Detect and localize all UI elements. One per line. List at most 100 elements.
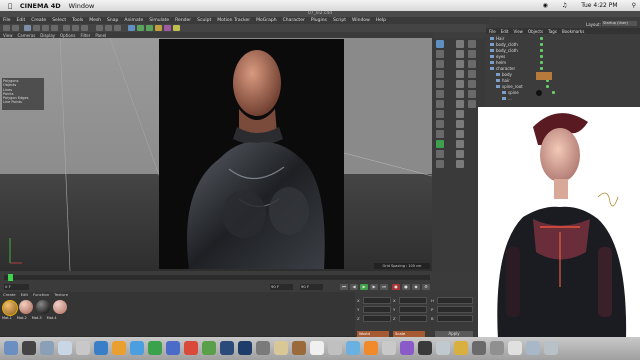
itunes-icon[interactable] — [184, 341, 198, 355]
play-icon[interactable]: ▶ — [360, 284, 368, 290]
menu-select[interactable]: Select — [52, 18, 66, 23]
move-icon[interactable] — [33, 25, 40, 31]
deformer-icon[interactable] — [155, 25, 162, 31]
rotate-icon[interactable] — [51, 25, 58, 31]
material-tag-icon[interactable] — [536, 90, 542, 96]
finder-icon[interactable] — [4, 341, 18, 355]
rotation-b-field[interactable] — [437, 315, 473, 322]
tool-extrude-icon[interactable] — [456, 70, 464, 78]
polygons-mode-icon[interactable] — [436, 90, 444, 98]
lock-icon[interactable] — [436, 150, 444, 158]
timeline-track[interactable] — [4, 275, 430, 280]
material-tag-icon[interactable] — [536, 72, 552, 80]
viewport-menu-view[interactable]: View — [3, 33, 13, 38]
object-row[interactable]: helm — [490, 60, 543, 65]
object-row[interactable]: spine_root — [496, 84, 549, 89]
google-drive-icon[interactable] — [148, 341, 162, 355]
axis-mode-icon[interactable] — [436, 60, 444, 68]
tool-select-icon[interactable] — [456, 40, 464, 48]
om-menu-file[interactable]: File — [489, 29, 496, 34]
redo-icon[interactable] — [12, 25, 19, 31]
end-frame-field[interactable]: 90 F — [300, 284, 323, 290]
applications-icon[interactable] — [526, 341, 540, 355]
undo-icon[interactable] — [3, 25, 10, 31]
search-icon[interactable]: ⚲ — [632, 2, 636, 9]
mission-control-icon[interactable] — [40, 341, 54, 355]
render-window[interactable] — [159, 39, 344, 269]
position-y-field[interactable] — [363, 306, 391, 313]
size-z-field[interactable] — [399, 315, 427, 322]
object-row[interactable]: spine — [502, 90, 555, 95]
scale-icon[interactable] — [42, 25, 49, 31]
mat-menu-create[interactable]: Create — [3, 292, 16, 297]
goto-end-icon[interactable]: ⏭ — [380, 284, 388, 290]
activity-monitor-icon[interactable] — [418, 341, 432, 355]
om-menu-tags[interactable]: Tags — [548, 29, 557, 34]
facetime-icon[interactable] — [202, 341, 216, 355]
folder-icon[interactable] — [508, 341, 522, 355]
goto-start-icon[interactable]: ⏮ — [340, 284, 348, 290]
object-row[interactable]: body_cloth — [490, 48, 543, 53]
contacts-icon[interactable] — [292, 341, 306, 355]
live-select-icon[interactable] — [24, 25, 31, 31]
notes-icon[interactable] — [274, 341, 288, 355]
playhead[interactable] — [8, 274, 13, 281]
hazard-app-icon[interactable] — [454, 341, 468, 355]
object-row[interactable]: eyes — [490, 54, 543, 59]
object-row[interactable]: character — [490, 66, 543, 71]
material-swatch[interactable] — [2, 300, 18, 316]
apple-icon[interactable]:  — [8, 2, 12, 10]
snap-icon[interactable] — [436, 120, 444, 128]
om-menu-bookmarks[interactable]: Bookmarks — [562, 29, 584, 34]
mail-icon[interactable] — [58, 341, 72, 355]
tool-magnet-icon[interactable] — [456, 120, 464, 128]
window-menu[interactable]: Window — [69, 2, 95, 10]
menu-tools[interactable]: Tools — [72, 18, 83, 23]
light-icon[interactable] — [173, 25, 180, 31]
start-frame-field[interactable]: 0 F — [4, 284, 29, 290]
tool-extra-7-icon[interactable] — [468, 100, 476, 108]
tool-extra-5-icon[interactable] — [468, 80, 476, 88]
menu-help[interactable]: Help — [376, 18, 386, 23]
volume-icon[interactable]: ♫ — [562, 2, 567, 9]
calendar-icon[interactable] — [310, 341, 324, 355]
brush-icon[interactable] — [436, 110, 444, 118]
model-mode-icon[interactable] — [436, 40, 444, 48]
tool-knife-icon[interactable] — [456, 50, 464, 58]
record-icon[interactable]: ● — [392, 284, 400, 290]
photoshop-icon[interactable] — [238, 341, 252, 355]
menu-animate[interactable]: Animate — [124, 18, 143, 23]
safari-icon[interactable] — [94, 341, 108, 355]
trash-icon[interactable] — [544, 341, 558, 355]
preview-icon[interactable] — [256, 341, 270, 355]
menu-simulate[interactable]: Simulate — [149, 18, 169, 23]
next-frame-icon[interactable]: ▶ — [370, 284, 378, 290]
documents-icon[interactable] — [490, 341, 504, 355]
menu-snap[interactable]: Snap — [107, 18, 118, 23]
om-menu-view[interactable]: View — [513, 29, 523, 34]
render-view-icon[interactable] — [96, 25, 103, 31]
chrome-icon[interactable] — [130, 341, 144, 355]
tool-bevel-icon[interactable] — [456, 60, 464, 68]
tool-weld-icon[interactable] — [456, 90, 464, 98]
tool-extra-1-icon[interactable] — [468, 40, 476, 48]
menu-mograph[interactable]: MoGraph — [256, 18, 276, 23]
autokey-icon[interactable]: ● — [402, 284, 410, 290]
rotation-h-field[interactable] — [437, 297, 473, 304]
material-swatch[interactable] — [36, 300, 50, 314]
prev-frame-icon[interactable]: ◀ — [350, 284, 358, 290]
wifi-icon[interactable]: ◉ — [543, 2, 548, 9]
app-menu[interactable]: CINEMA 4D — [20, 2, 61, 10]
spline-icon[interactable] — [137, 25, 144, 31]
tool-iron-icon[interactable] — [456, 130, 464, 138]
paint-icon[interactable] — [436, 100, 444, 108]
size-y-field[interactable] — [399, 306, 427, 313]
messages-icon[interactable] — [346, 341, 360, 355]
menu-sculpt[interactable]: Sculpt — [197, 18, 211, 23]
object-row[interactable]: body_cloth — [490, 42, 543, 47]
rotation-p-field[interactable] — [437, 306, 473, 313]
tool-extra-2-icon[interactable] — [468, 50, 476, 58]
current-frame-field[interactable]: 90 F — [270, 284, 293, 290]
cube-icon[interactable] — [128, 25, 135, 31]
object-row[interactable]: hair — [496, 78, 549, 83]
